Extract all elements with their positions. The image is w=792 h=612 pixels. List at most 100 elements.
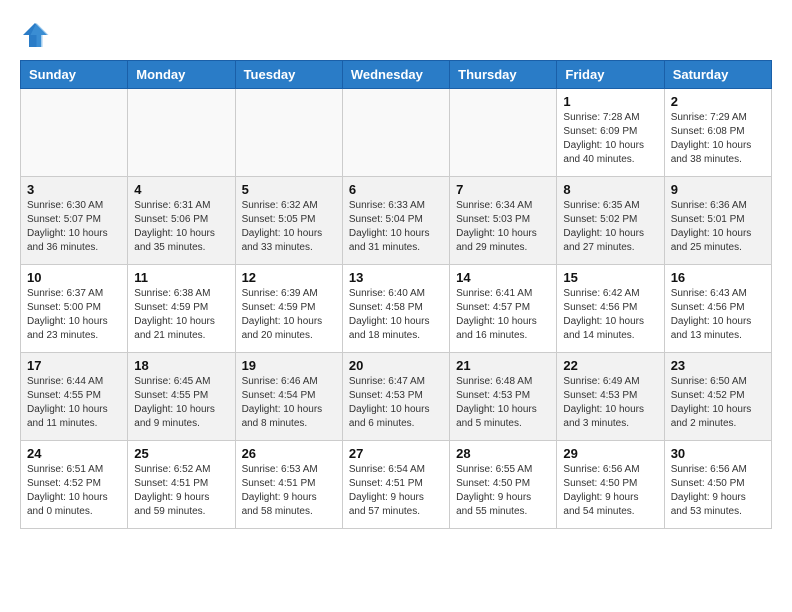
day-info: Sunrise: 6:35 AM Sunset: 5:02 PM Dayligh… — [563, 199, 657, 255]
day-number: 15 — [563, 270, 657, 285]
calendar-cell: 7Sunrise: 6:34 AM Sunset: 5:03 PM Daylig… — [450, 177, 557, 265]
calendar-cell: 18 Sunrise: 6:45 AM Sunset: 4:55 PM Dayli… — [128, 353, 235, 441]
calendar-cell: 21Sunrise: 6:48 AM Sunset: 4:53 PM Dayli… — [450, 353, 557, 441]
day-info: Sunrise: 6:53 AM Sunset: 4:51 PM Dayligh… — [242, 463, 336, 519]
calendar-week-row: 1 Sunrise: 7:28 AM Sunset: 6:09 PM Daylig… — [21, 89, 772, 177]
day-number: 20 — [349, 358, 443, 373]
day-number: 18 — [134, 358, 228, 373]
day-number: 26 — [242, 446, 336, 461]
calendar-header-sunday: Sunday — [21, 61, 128, 89]
calendar-cell: 17 Sunrise: 6:44 AM Sunset: 4:55 PM Dayli… — [21, 353, 128, 441]
day-info: Sunrise: 6:56 AM Sunset: 4:50 PM Dayligh… — [671, 463, 765, 519]
calendar-cell: 16 Sunrise: 6:43 AM Sunset: 4:56 PM Dayli… — [664, 265, 771, 353]
day-number: 6 — [349, 182, 443, 197]
day-number: 25 — [134, 446, 228, 461]
calendar-cell: 14 Sunrise: 6:41 AM Sunset: 4:57 PM Dayli… — [450, 265, 557, 353]
calendar-cell: 27 Sunrise: 6:54 AM Sunset: 4:51 PM Dayli… — [342, 441, 449, 529]
day-number: 29 — [563, 446, 657, 461]
calendar-week-row: 3Sunrise: 6:30 AM Sunset: 5:07 PM Daylig… — [21, 177, 772, 265]
day-info: Sunrise: 6:36 AM Sunset: 5:01 PM Dayligh… — [671, 199, 765, 255]
day-info: Sunrise: 6:40 AM Sunset: 4:58 PM Dayligh… — [349, 287, 443, 343]
day-info: Sunrise: 6:56 AM Sunset: 4:50 PM Dayligh… — [563, 463, 657, 519]
logo-icon — [20, 20, 50, 50]
calendar-week-row: 24 Sunrise: 6:51 AM Sunset: 4:52 PM Dayli… — [21, 441, 772, 529]
day-info: Sunrise: 6:34 AM Sunset: 5:03 PM Dayligh… — [456, 199, 550, 255]
day-info: Sunrise: 6:49 AM Sunset: 4:53 PM Dayligh… — [563, 375, 657, 431]
calendar-cell: 9 Sunrise: 6:36 AM Sunset: 5:01 PM Daylig… — [664, 177, 771, 265]
day-number: 24 — [27, 446, 121, 461]
calendar-header-monday: Monday — [128, 61, 235, 89]
calendar-cell: 22 Sunrise: 6:49 AM Sunset: 4:53 PM Dayli… — [557, 353, 664, 441]
day-number: 2 — [671, 94, 765, 109]
day-info: Sunrise: 6:32 AM Sunset: 5:05 PM Dayligh… — [242, 199, 336, 255]
day-info: Sunrise: 6:46 AM Sunset: 4:54 PM Dayligh… — [242, 375, 336, 431]
calendar-cell: 5 Sunrise: 6:32 AM Sunset: 5:05 PM Daylig… — [235, 177, 342, 265]
page-header — [20, 20, 772, 50]
calendar-cell: 13 Sunrise: 6:40 AM Sunset: 4:58 PM Dayli… — [342, 265, 449, 353]
calendar-header-saturday: Saturday — [664, 61, 771, 89]
calendar-cell: 20 Sunrise: 6:47 AM Sunset: 4:53 PM Dayli… — [342, 353, 449, 441]
calendar-cell — [450, 89, 557, 177]
day-info: Sunrise: 6:51 AM Sunset: 4:52 PM Dayligh… — [27, 463, 121, 519]
day-number: 13 — [349, 270, 443, 285]
day-number: 17 — [27, 358, 121, 373]
calendar-cell: 23 Sunrise: 6:50 AM Sunset: 4:52 PM Dayli… — [664, 353, 771, 441]
day-info: Sunrise: 6:43 AM Sunset: 4:56 PM Dayligh… — [671, 287, 765, 343]
calendar-cell: 28 Sunrise: 6:55 AM Sunset: 4:50 PM Dayli… — [450, 441, 557, 529]
calendar-cell: 29 Sunrise: 6:56 AM Sunset: 4:50 PM Dayli… — [557, 441, 664, 529]
calendar-header-friday: Friday — [557, 61, 664, 89]
calendar-cell: 12 Sunrise: 6:39 AM Sunset: 4:59 PM Dayli… — [235, 265, 342, 353]
calendar-cell — [342, 89, 449, 177]
calendar-cell: 24 Sunrise: 6:51 AM Sunset: 4:52 PM Dayli… — [21, 441, 128, 529]
day-info: Sunrise: 6:41 AM Sunset: 4:57 PM Dayligh… — [456, 287, 550, 343]
calendar-cell — [128, 89, 235, 177]
calendar-header-thursday: Thursday — [450, 61, 557, 89]
day-info: Sunrise: 6:31 AM Sunset: 5:06 PM Dayligh… — [134, 199, 228, 255]
day-number: 12 — [242, 270, 336, 285]
calendar-cell: 1 Sunrise: 7:28 AM Sunset: 6:09 PM Daylig… — [557, 89, 664, 177]
day-info: Sunrise: 6:52 AM Sunset: 4:51 PM Dayligh… — [134, 463, 228, 519]
day-number: 5 — [242, 182, 336, 197]
day-info: Sunrise: 6:44 AM Sunset: 4:55 PM Dayligh… — [27, 375, 121, 431]
logo — [20, 20, 54, 50]
calendar-cell: 8Sunrise: 6:35 AM Sunset: 5:02 PM Daylig… — [557, 177, 664, 265]
day-number: 19 — [242, 358, 336, 373]
day-info: Sunrise: 6:42 AM Sunset: 4:56 PM Dayligh… — [563, 287, 657, 343]
calendar-header-wednesday: Wednesday — [342, 61, 449, 89]
day-number: 14 — [456, 270, 550, 285]
day-info: Sunrise: 6:55 AM Sunset: 4:50 PM Dayligh… — [456, 463, 550, 519]
calendar-week-row: 17 Sunrise: 6:44 AM Sunset: 4:55 PM Dayli… — [21, 353, 772, 441]
day-info: Sunrise: 6:37 AM Sunset: 5:00 PM Dayligh… — [27, 287, 121, 343]
day-number: 9 — [671, 182, 765, 197]
calendar-cell: 11Sunrise: 6:38 AM Sunset: 4:59 PM Dayli… — [128, 265, 235, 353]
day-number: 23 — [671, 358, 765, 373]
day-info: Sunrise: 6:39 AM Sunset: 4:59 PM Dayligh… — [242, 287, 336, 343]
day-number: 22 — [563, 358, 657, 373]
calendar-cell: 30 Sunrise: 6:56 AM Sunset: 4:50 PM Dayli… — [664, 441, 771, 529]
day-info: Sunrise: 6:50 AM Sunset: 4:52 PM Dayligh… — [671, 375, 765, 431]
day-info: Sunrise: 6:47 AM Sunset: 4:53 PM Dayligh… — [349, 375, 443, 431]
calendar-cell: 3Sunrise: 6:30 AM Sunset: 5:07 PM Daylig… — [21, 177, 128, 265]
day-number: 10 — [27, 270, 121, 285]
calendar-cell — [21, 89, 128, 177]
calendar-table: SundayMondayTuesdayWednesdayThursdayFrid… — [20, 60, 772, 529]
calendar-cell: 26 Sunrise: 6:53 AM Sunset: 4:51 PM Dayli… — [235, 441, 342, 529]
calendar-cell: 4Sunrise: 6:31 AM Sunset: 5:06 PM Daylig… — [128, 177, 235, 265]
day-number: 28 — [456, 446, 550, 461]
day-number: 30 — [671, 446, 765, 461]
calendar-header-tuesday: Tuesday — [235, 61, 342, 89]
day-info: Sunrise: 6:30 AM Sunset: 5:07 PM Dayligh… — [27, 199, 121, 255]
calendar-cell: 10 Sunrise: 6:37 AM Sunset: 5:00 PM Dayli… — [21, 265, 128, 353]
day-info: Sunrise: 6:33 AM Sunset: 5:04 PM Dayligh… — [349, 199, 443, 255]
day-info: Sunrise: 6:45 AM Sunset: 4:55 PM Dayligh… — [134, 375, 228, 431]
calendar-week-row: 10 Sunrise: 6:37 AM Sunset: 5:00 PM Dayli… — [21, 265, 772, 353]
day-number: 27 — [349, 446, 443, 461]
day-number: 16 — [671, 270, 765, 285]
calendar-cell: 19 Sunrise: 6:46 AM Sunset: 4:54 PM Dayli… — [235, 353, 342, 441]
day-number: 11 — [134, 270, 228, 285]
day-number: 1 — [563, 94, 657, 109]
day-info: Sunrise: 6:54 AM Sunset: 4:51 PM Dayligh… — [349, 463, 443, 519]
calendar-cell: 6 Sunrise: 6:33 AM Sunset: 5:04 PM Daylig… — [342, 177, 449, 265]
day-info: Sunrise: 7:28 AM Sunset: 6:09 PM Dayligh… — [563, 111, 657, 167]
day-number: 21 — [456, 358, 550, 373]
